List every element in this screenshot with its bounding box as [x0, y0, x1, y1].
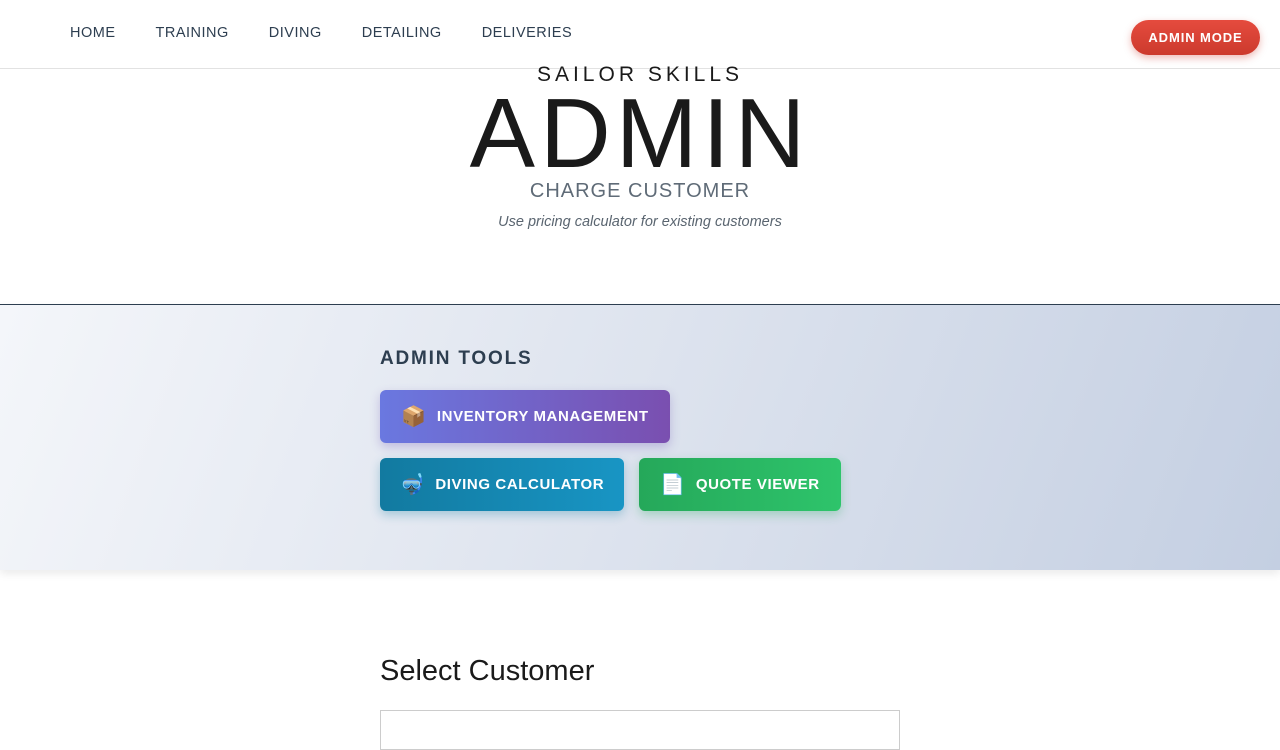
inventory-management-label: INVENTORY MANAGEMENT	[436, 408, 649, 425]
page-title: ADMIN	[469, 78, 811, 188]
inventory-management-button[interactable]: 📦 INVENTORY MANAGEMENT	[380, 390, 670, 443]
page-subtitle: CHARGE CUSTOMER	[529, 180, 751, 202]
nav-link-deliveries[interactable]: DELIVERIES	[482, 25, 572, 41]
hero-section: SAILOR SKILLS ADMIN CHARGE CUSTOMER Use …	[0, 63, 1280, 304]
customer-select-field[interactable]	[380, 710, 900, 750]
page-description: Use pricing calculator for existing cust…	[498, 214, 782, 230]
main-nav: HOME TRAINING DIVING DETAILING DELIVERIE…	[70, 25, 572, 41]
select-customer-heading: Select Customer	[380, 655, 595, 687]
admin-tools-heading: ADMIN TOOLS	[380, 348, 533, 369]
diving-calculator-button[interactable]: 🤿 DIVING CALCULATOR	[380, 458, 624, 511]
nav-link-detailing[interactable]: DETAILING	[362, 25, 442, 41]
nav-link-home[interactable]: HOME	[70, 25, 116, 41]
admin-mode-button[interactable]: ADMIN MODE	[1131, 20, 1260, 55]
quote-viewer-label: QUOTE VIEWER	[695, 476, 820, 493]
top-navigation-bar: HOME TRAINING DIVING DETAILING DELIVERIE…	[0, 0, 1280, 69]
nav-link-diving[interactable]: DIVING	[269, 25, 322, 41]
package-icon: 📦	[401, 405, 427, 428]
diving-mask-icon: 🤿	[399, 473, 426, 496]
quote-viewer-button[interactable]: 📄 QUOTE VIEWER	[639, 458, 841, 511]
diving-calculator-label: DIVING CALCULATOR	[435, 476, 605, 493]
nav-link-training[interactable]: TRAINING	[156, 25, 229, 41]
document-icon: 📄	[660, 473, 686, 496]
admin-tools-panel: ADMIN TOOLS 📦 INVENTORY MANAGEMENT 🤿 DIV…	[0, 304, 1280, 570]
